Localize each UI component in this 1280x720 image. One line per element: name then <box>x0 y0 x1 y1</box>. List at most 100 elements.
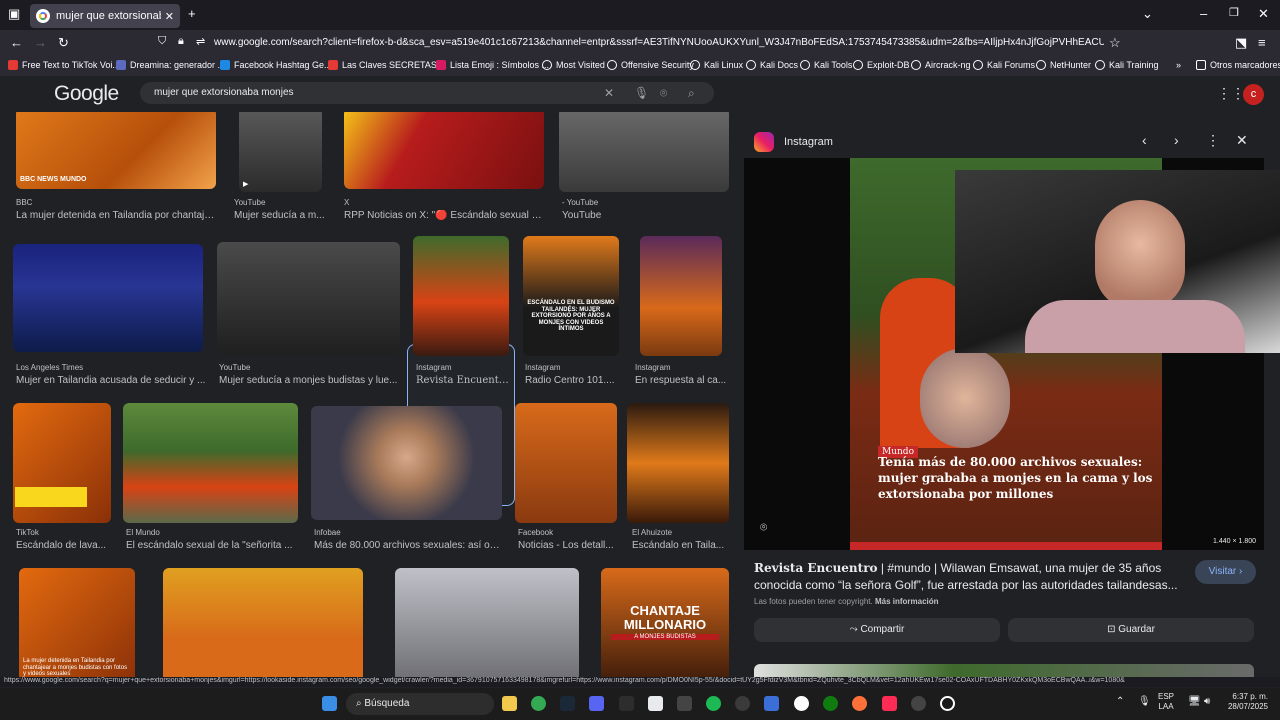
microphone-tray-icon[interactable]: 🎙︎ <box>1138 696 1151 708</box>
shield-icon[interactable]: ⛉ <box>158 35 166 48</box>
result-title[interactable]: El escándalo sexual de la "señorita ... <box>126 540 296 551</box>
bookmark-item[interactable]: Kali Forums <box>973 60 1035 70</box>
previous-icon[interactable]: ‹ <box>1142 132 1147 148</box>
menu-icon[interactable]: ≡ <box>1258 35 1266 50</box>
clock[interactable]: 6:37 p. m. 28/07/2025 <box>1226 692 1268 711</box>
result-title[interactable]: Escándalo en Taila... <box>632 540 728 551</box>
other-bookmarks[interactable]: Otros marcadores <box>1196 60 1280 70</box>
more-options-icon[interactable]: ⋮ <box>1206 132 1220 149</box>
minimize-icon[interactable]: – <box>1200 6 1207 21</box>
google-logo[interactable]: Google <box>54 82 119 106</box>
result-image[interactable] <box>413 236 509 356</box>
firefox-icon[interactable] <box>852 696 867 711</box>
result-title[interactable]: Radio Centro 101.... <box>525 375 617 386</box>
lens-icon[interactable]: ⌾ <box>660 86 667 101</box>
extensions-icon[interactable]: ⬔ <box>1235 35 1247 51</box>
result-title[interactable]: RPP Noticias on X: "🔴 Escándalo sexual e… <box>344 210 544 221</box>
result-title[interactable]: YouTube <box>562 210 722 221</box>
back-icon[interactable]: ← <box>10 35 23 50</box>
app-icon[interactable] <box>735 696 750 711</box>
result-title[interactable]: Escándalo de lava... <box>16 540 112 551</box>
result-title[interactable]: Mujer seducía a m... <box>234 210 330 221</box>
result-title[interactable]: Noticias - Los detall... <box>518 540 614 551</box>
google-icon[interactable] <box>794 696 809 711</box>
discord-icon[interactable] <box>589 696 604 711</box>
avatar[interactable]: c <box>1243 84 1264 105</box>
steam-icon[interactable] <box>560 696 575 711</box>
close-panel-icon[interactable]: ✕ <box>1236 132 1248 149</box>
result-title[interactable]: Revista Encuentr... <box>416 375 510 386</box>
address-bar[interactable]: www.google.com/search?client=firefox-b-d… <box>214 37 1104 48</box>
forward-icon[interactable]: → <box>34 35 47 50</box>
result-image[interactable]: BBC NEWS MUNDO <box>16 112 216 189</box>
bookmark-item[interactable]: Aircrack-ng <box>911 60 971 70</box>
result-description[interactable]: Revista Encuentro | #mundo | Wilawan Ems… <box>754 560 1184 594</box>
clear-icon[interactable]: ✕ <box>604 86 614 100</box>
next-icon[interactable]: › <box>1174 132 1179 148</box>
bookmark-item[interactable]: Dreamina: generador ... <box>116 60 225 70</box>
browser-tab[interactable]: mujer que extorsionaba monje ✕ <box>30 4 180 28</box>
restore-icon[interactable]: ❐ <box>1229 6 1239 19</box>
chevron-down-icon[interactable]: ⌄ <box>1142 6 1153 22</box>
result-title[interactable]: Más de 80.000 archivos sexuales: así op.… <box>314 540 502 551</box>
result-image[interactable] <box>217 242 400 354</box>
result-image[interactable]: ESCÁNDALO EN EL BUDISMO TAILANDÉS: MUJER… <box>523 236 619 356</box>
result-image[interactable] <box>13 244 203 352</box>
result-title[interactable]: La mujer detenida en Tailandia por chant… <box>16 210 216 221</box>
reload-icon[interactable]: ↻ <box>58 35 69 51</box>
bookmark-item[interactable]: Exploit-DB <box>853 60 910 70</box>
result-image[interactable] <box>627 403 729 523</box>
result-image[interactable] <box>13 403 111 523</box>
language-indicator[interactable]: ESP LAA <box>1158 692 1174 711</box>
bookmark-item[interactable]: Kali Tools <box>800 60 852 70</box>
bookmark-item[interactable]: Kali Docs <box>746 60 798 70</box>
xbox-icon[interactable] <box>823 696 838 711</box>
bookmark-star-icon[interactable]: ☆ <box>1109 35 1121 51</box>
save-button[interactable]: ⊡ Guardar <box>1008 618 1254 642</box>
more-bookmarks-icon[interactable]: » <box>1176 60 1181 70</box>
result-image[interactable]: CHANTAJE MILLONARIO A MONJES BUDISTAS <box>601 568 729 686</box>
network-icon[interactable]: 🖥︎ <box>1188 696 1201 708</box>
bookmark-item[interactable]: Kali Training <box>1095 60 1159 70</box>
chrome-icon[interactable] <box>531 696 546 711</box>
microphone-icon[interactable]: 🎙︎ <box>634 86 649 100</box>
result-image[interactable]: ▶ <box>239 112 322 192</box>
bookmark-item[interactable]: Offensive Security <box>607 60 694 70</box>
search-input[interactable]: mujer que extorsionaba monjes ✕ 🎙︎ ⌾ ⌕ <box>140 82 714 104</box>
taskbar-search[interactable]: ⌕ Búsqueda <box>346 693 494 715</box>
result-image[interactable] <box>559 112 729 192</box>
app-icon[interactable] <box>677 696 692 711</box>
volume-icon[interactable]: 🔊︎ <box>1204 696 1210 708</box>
result-image[interactable] <box>515 403 617 523</box>
tab-list-icon[interactable]: ▣ <box>8 6 20 22</box>
lens-search-icon[interactable]: ⌾ <box>760 520 767 535</box>
visit-button[interactable]: Visitar › <box>1195 560 1256 584</box>
app-icon[interactable] <box>648 696 663 711</box>
panel-source[interactable]: Instagram <box>754 132 833 152</box>
app-icon[interactable] <box>911 696 926 711</box>
share-button[interactable]: ⤳ Compartir <box>754 618 1000 642</box>
more-info-link[interactable]: Más información <box>875 597 939 606</box>
new-tab-icon[interactable]: + <box>188 6 196 21</box>
result-image[interactable] <box>640 236 722 356</box>
window-close-icon[interactable]: ✕ <box>1258 6 1269 22</box>
apps-grid-icon[interactable]: ⋮⋮ <box>1217 85 1245 102</box>
result-title[interactable]: Mujer seducía a monjes budistas y lue... <box>219 375 399 386</box>
file-explorer-icon[interactable] <box>502 696 517 711</box>
obs-icon[interactable] <box>940 696 955 711</box>
result-title[interactable]: Mujer en Tailandia acusada de seducir y … <box>16 375 206 386</box>
bookmark-item[interactable]: Facebook Hashtag Ge... <box>220 60 332 70</box>
result-title[interactable]: En respuesta al ca... <box>635 375 727 386</box>
bookmark-item[interactable]: NetHunter <box>1036 60 1091 70</box>
bookmark-item[interactable]: Kali Linux <box>690 60 743 70</box>
app-icon[interactable] <box>764 696 779 711</box>
permissions-icon[interactable]: ⇌ <box>196 35 205 48</box>
result-image[interactable] <box>344 112 544 189</box>
bookmark-item[interactable]: Lista Emoji : Símbolos ... <box>436 60 549 70</box>
search-icon[interactable]: ⌕ <box>688 86 695 101</box>
result-image[interactable] <box>163 568 363 686</box>
result-image[interactable] <box>311 406 502 520</box>
bookmark-item[interactable]: Most Visited <box>542 60 605 70</box>
tiktok-icon[interactable] <box>882 696 897 711</box>
tray-chevron-icon[interactable]: ⌃ <box>1116 696 1124 708</box>
